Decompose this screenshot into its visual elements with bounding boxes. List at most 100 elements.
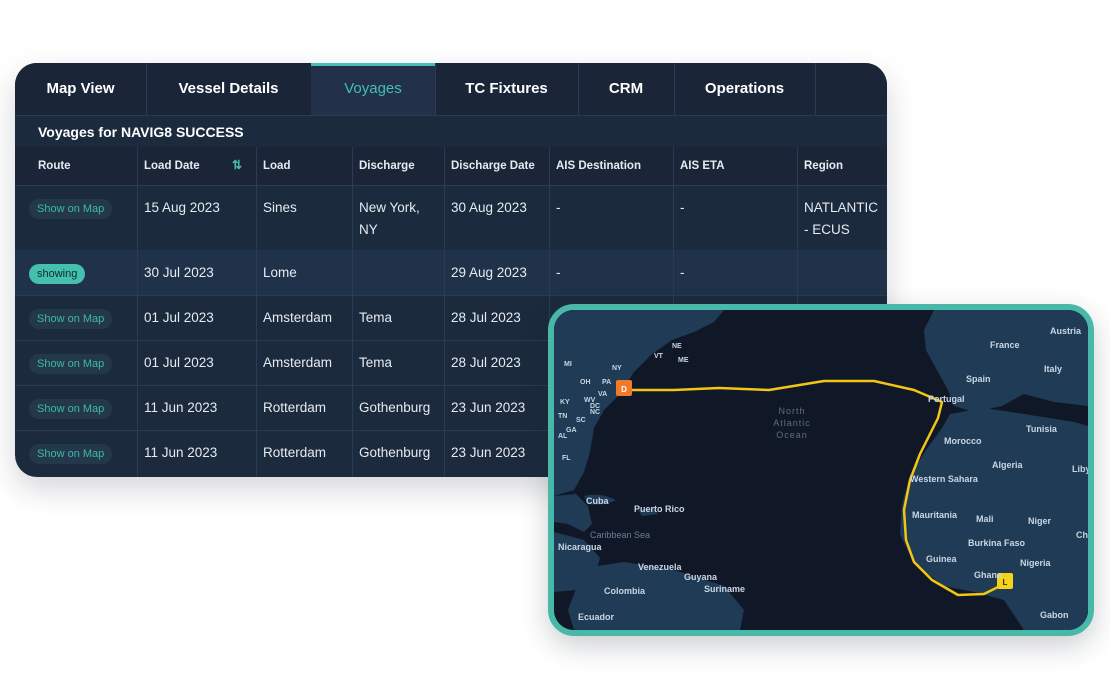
map-label: Gabon <box>1040 610 1069 620</box>
map-label: Suriname <box>704 584 745 594</box>
load-cell: Lome <box>257 250 353 295</box>
show-on-map-button[interactable]: Show on Map <box>29 444 113 464</box>
map-label: Morocco <box>944 436 982 446</box>
route-cell: Show on Map <box>15 430 138 477</box>
section-title-row: Voyages for NAVIG8 SUCCESS <box>15 115 887 149</box>
tab-voyages[interactable]: Voyages <box>311 63 436 115</box>
map-label: Nigeria <box>1020 558 1052 568</box>
map-label: Tunisia <box>1026 424 1058 434</box>
route-cell: Show on Map <box>15 340 138 385</box>
map-label: Mali <box>976 514 994 524</box>
ais-destination-cell: - <box>550 185 674 250</box>
load-date-cell: 30 Jul 2023 <box>138 250 257 295</box>
region-cell <box>798 250 887 295</box>
load-cell: Sines <box>257 185 353 250</box>
discharge-date-cell: 30 Aug 2023 <box>445 185 550 250</box>
region-cell: NATLANTIC - ECUS <box>804 200 879 237</box>
ocean-label: North <box>778 406 805 416</box>
map-label: Guinea <box>926 554 958 564</box>
map-label: Cuba <box>586 496 609 506</box>
column-header-discharge-date[interactable]: Discharge Date <box>445 147 550 185</box>
discharge-date-cell: 28 Jul 2023 <box>445 295 550 340</box>
discharge-cell <box>353 250 445 295</box>
load-cell: Rotterdam <box>257 430 353 477</box>
origin-marker-label: D <box>621 385 627 394</box>
map-label: TN <box>558 413 567 420</box>
column-header-label: Load Date <box>144 160 200 172</box>
map-label: Colombia <box>604 586 646 596</box>
tab-vessel-details[interactable]: Vessel Details <box>146 63 312 115</box>
tab-operations[interactable]: Operations <box>674 63 816 115</box>
show-on-map-button[interactable]: Show on Map <box>29 399 113 419</box>
ais-eta-cell: - <box>674 185 798 250</box>
discharge-date-cell: 28 Jul 2023 <box>445 340 550 385</box>
map-label: Caribbean Sea <box>590 530 650 540</box>
map-label: Ghana <box>974 570 1003 580</box>
load-date-cell: 01 Jul 2023 <box>138 295 257 340</box>
map-label: Portugal <box>928 394 965 404</box>
ocean-label: Ocean <box>776 430 808 440</box>
table-row[interactable]: showing 30 Jul 2023 Lome 29 Aug 2023 - - <box>15 250 887 296</box>
map-label: WV <box>584 397 596 404</box>
column-header-ais-destination[interactable]: AIS Destination <box>550 147 674 185</box>
map-label: Western Sahara <box>910 474 979 484</box>
show-on-map-button[interactable]: Show on Map <box>29 199 113 219</box>
tab-map-view[interactable]: Map View <box>15 63 147 115</box>
discharge-cell: New York, NY <box>353 185 445 250</box>
tab-tc-fixtures[interactable]: TC Fixtures <box>435 63 579 115</box>
map-canvas[interactable]: D L North Atlantic Ocean France Austria … <box>554 310 1088 630</box>
map-label: Ecuador <box>578 612 615 622</box>
column-header-region[interactable]: Region <box>798 147 887 185</box>
table-header: Route Load Date ⇅ Load Discharge Dischar… <box>15 147 887 186</box>
map-label: Algeria <box>992 460 1024 470</box>
route-map[interactable]: D L North Atlantic Ocean France Austria … <box>548 304 1094 636</box>
map-label: ME <box>678 357 689 364</box>
map-label: Niger <box>1028 516 1052 526</box>
column-header-discharge[interactable]: Discharge <box>353 147 445 185</box>
show-on-map-button[interactable]: Show on Map <box>29 354 113 374</box>
map-label: GA <box>566 427 577 434</box>
showing-badge[interactable]: showing <box>29 264 86 284</box>
map-label: Puerto Rico <box>634 504 685 514</box>
table-row[interactable]: Show on Map 15 Aug 2023 Sines New York, … <box>15 185 887 251</box>
load-date-cell: 11 Jun 2023 <box>138 385 257 430</box>
ocean-label: Atlantic <box>773 418 811 428</box>
section-title: Voyages for NAVIG8 SUCCESS <box>38 124 244 140</box>
map-label: VA <box>598 391 607 398</box>
map-label: France <box>990 340 1020 350</box>
ais-destination-cell: - <box>550 250 674 295</box>
load-cell: Rotterdam <box>257 385 353 430</box>
column-header-ais-eta[interactable]: AIS ETA <box>674 147 798 185</box>
map-label: Guyana <box>684 572 718 582</box>
destination-marker-label: L <box>1003 578 1008 587</box>
discharge-date-cell: 23 Jun 2023 <box>445 385 550 430</box>
route-cell: Show on Map <box>15 185 138 250</box>
map-label: Liby <box>1072 464 1088 474</box>
map-label: NY <box>612 365 622 372</box>
discharge-cell: Gothenburg <box>353 385 445 430</box>
ais-eta-cell: - <box>674 250 798 295</box>
route-cell: Show on Map <box>15 385 138 430</box>
column-header-route[interactable]: Route <box>15 147 138 185</box>
map-label: Burkina Faso <box>968 538 1026 548</box>
load-cell: Amsterdam <box>257 340 353 385</box>
load-date-cell: 01 Jul 2023 <box>138 340 257 385</box>
column-header-load-date[interactable]: Load Date ⇅ <box>138 147 257 185</box>
discharge-cell: Gothenburg <box>353 430 445 477</box>
discharge-cell: Tema <box>353 340 445 385</box>
tab-bar: Map View Vessel Details Voyages TC Fixtu… <box>15 63 887 115</box>
map-label: VT <box>654 353 664 360</box>
map-label: PA <box>602 379 611 386</box>
load-cell: Amsterdam <box>257 295 353 340</box>
sort-arrows-icon[interactable]: ⇅ <box>232 157 242 173</box>
map-label: Italy <box>1044 364 1062 374</box>
route-cell: showing <box>15 250 138 295</box>
map-label: Mauritania <box>912 510 958 520</box>
map-label: Ch <box>1076 530 1088 540</box>
map-label: OH <box>580 379 591 386</box>
load-date-cell: 15 Aug 2023 <box>138 185 257 250</box>
map-label: Nicaragua <box>558 542 603 552</box>
show-on-map-button[interactable]: Show on Map <box>29 309 113 329</box>
column-header-load[interactable]: Load <box>257 147 353 185</box>
tab-crm[interactable]: CRM <box>578 63 675 115</box>
